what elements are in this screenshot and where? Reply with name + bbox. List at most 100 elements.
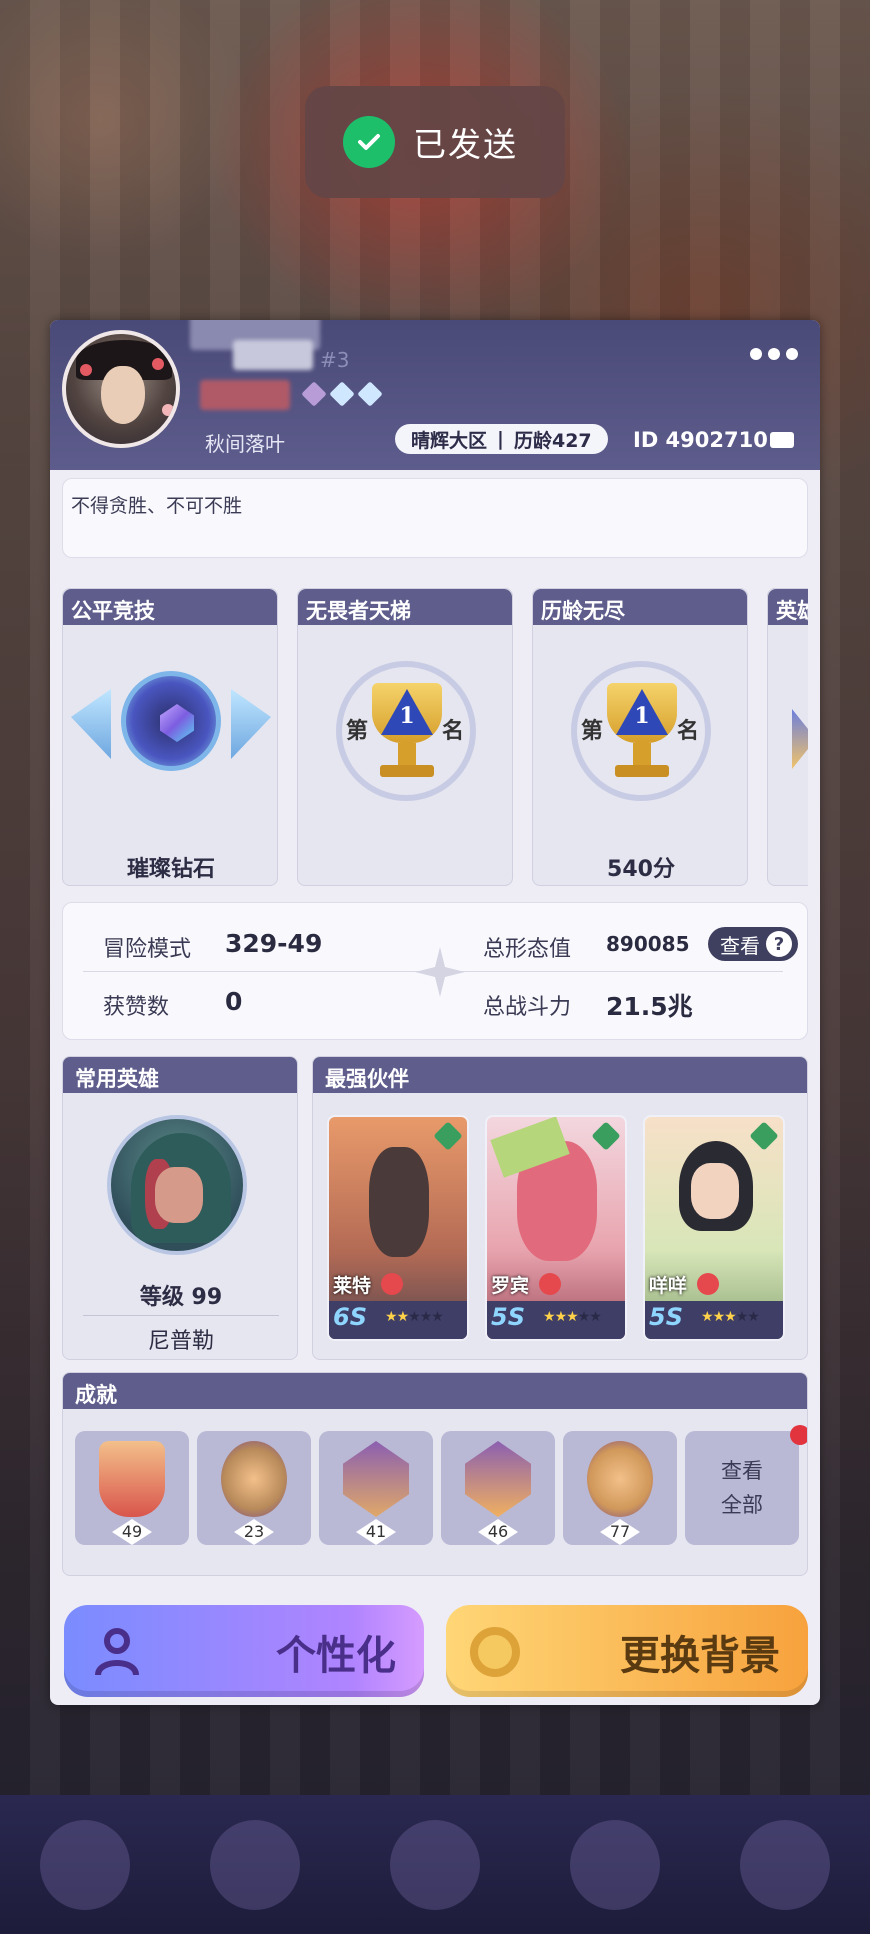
player-name-suffix: #3 — [320, 348, 350, 372]
star-icon: ★ — [747, 1309, 760, 1325]
personalize-button[interactable]: 个性化 — [64, 1605, 424, 1697]
rank-card-title: 英雄 — [768, 589, 808, 625]
star-icon: ★ — [543, 1309, 556, 1325]
star-icon: ★ — [385, 1309, 398, 1325]
bottom-nav-blurred — [0, 1795, 870, 1934]
sent-toast: 已发送 — [305, 86, 565, 198]
notification-dot — [790, 1425, 807, 1445]
server-name: 晴辉大区 — [411, 429, 488, 452]
view-button[interactable]: 查看 ? — [708, 927, 798, 961]
medal-icon — [99, 1441, 165, 1517]
achievement-badge[interactable]: 46 — [441, 1431, 555, 1545]
adventure-value: 329-49 — [225, 929, 323, 958]
achievement-count: 49 — [112, 1519, 152, 1545]
change-background-button[interactable]: 更换背景 — [446, 1605, 808, 1697]
partner-card[interactable]: 咩咩 5S ★★★★★ — [643, 1115, 785, 1341]
view-label: 查看 — [720, 933, 760, 958]
rank-prefix: 第 — [346, 718, 369, 744]
stats-panel: 冒险模式 329-49 总形态值 890085 查看 ? 获赞数 0 总战斗力 … — [62, 902, 808, 1040]
help-icon: ? — [766, 931, 792, 957]
partner-name: 莱特 — [333, 1275, 372, 1297]
achievement-count: 23 — [234, 1519, 274, 1545]
hero-divider — [83, 1315, 279, 1316]
star-icon: ★ — [554, 1309, 568, 1325]
signature-box[interactable]: 不得贪胜、不可不胜 — [62, 478, 808, 558]
partner-name: 罗宾 — [491, 1275, 530, 1297]
common-hero-section[interactable]: 常用英雄 等级 99 尼普勒 — [62, 1056, 298, 1360]
circle-icon — [470, 1627, 520, 1677]
rank-card-endless[interactable]: 历龄无尽 1 第 名 540分 — [532, 588, 748, 886]
rank-number: 1 — [634, 703, 650, 729]
change-background-label: 更换背景 — [620, 1632, 780, 1679]
achievement-badge[interactable]: 49 — [75, 1431, 189, 1545]
achievement-badge[interactable]: 41 — [319, 1431, 433, 1545]
partner-level: 5S — [491, 1303, 525, 1331]
partner-card[interactable]: 罗宾 5S ★★★★★ — [485, 1115, 627, 1341]
partner-stars: ★★★★★ — [385, 1309, 444, 1325]
star-icon: ★ — [724, 1309, 737, 1325]
class-badge-icon — [381, 1273, 403, 1295]
class-badge-icon — [697, 1273, 719, 1295]
partner-level: 5S — [649, 1303, 683, 1331]
person-icon — [95, 1628, 139, 1676]
achievement-count: 41 — [356, 1519, 396, 1545]
trophy-first-place-icon: 1 第 名 — [336, 661, 476, 801]
rank-card-hero[interactable]: 英雄 — [767, 588, 808, 886]
nav-icon — [40, 1820, 130, 1910]
nav-icon — [210, 1820, 300, 1910]
sparkle-icon — [415, 947, 465, 997]
nav-icon — [390, 1820, 480, 1910]
gem-icon — [301, 381, 327, 407]
view-all-achievements-button[interactable]: 查看 全部 — [685, 1431, 799, 1545]
partial-emblem-icon — [792, 709, 808, 769]
element-tag-icon — [591, 1121, 621, 1151]
medal-icon — [221, 1441, 287, 1517]
rank-label: 540分 — [607, 857, 675, 882]
rank-label: 璀璨钻石 — [126, 857, 215, 882]
gem-icon — [357, 381, 383, 407]
check-circle-icon — [343, 116, 395, 168]
personalize-label: 个性化 — [276, 1632, 396, 1679]
achievement-badge[interactable]: 77 — [563, 1431, 677, 1545]
nav-icon — [570, 1820, 660, 1910]
partner-stars: ★★★★★ — [543, 1309, 602, 1325]
blurred-name — [233, 340, 313, 370]
likes-value: 0 — [225, 987, 243, 1016]
rank-card-title: 无畏者天梯 — [298, 589, 512, 625]
rank-cards-row[interactable]: 公平竞技 璀璨钻石 无畏者天梯 1 第 名 历龄无尽 1 第 名 540分 英 — [62, 588, 808, 888]
star-icon: ★ — [701, 1309, 714, 1325]
achievements-section: 成就 49 23 41 46 77 查看 全部 — [62, 1372, 808, 1576]
star-icon: ★ — [396, 1309, 410, 1325]
power-value: 21.5兆 — [606, 992, 693, 1021]
profile-header: #3 秋间落叶 晴辉大区 | 历龄427 ID 4902710 — [50, 320, 820, 470]
rank-card-fair[interactable]: 公平竞技 璀璨钻石 — [62, 588, 278, 886]
star-icon: ★ — [566, 1309, 579, 1325]
element-tag-icon — [749, 1121, 779, 1151]
partner-stars: ★★★★★ — [701, 1309, 760, 1325]
player-id: ID 4902710 — [633, 428, 768, 452]
rank-suffix: 名 — [677, 718, 700, 744]
achievement-badge[interactable]: 23 — [197, 1431, 311, 1545]
star-icon: ★ — [577, 1309, 591, 1325]
partner-level: 6S — [333, 1303, 367, 1331]
more-options-icon[interactable] — [750, 348, 798, 360]
partner-card[interactable]: 莱特 6S ★★★★★ — [327, 1115, 469, 1341]
partner-name: 咩咩 — [649, 1275, 688, 1297]
player-avatar[interactable] — [62, 330, 180, 448]
power-label: 总战斗力 — [483, 995, 572, 1020]
class-badge-icon — [539, 1273, 561, 1295]
badge-gems — [301, 381, 383, 407]
medal-icon — [465, 1441, 531, 1517]
rank-card-ladder[interactable]: 无畏者天梯 1 第 名 — [297, 588, 513, 886]
section-title: 成就 — [63, 1373, 807, 1409]
achievement-count: 77 — [600, 1519, 640, 1545]
hero-avatar[interactable] — [107, 1115, 247, 1255]
star-icon: ★ — [589, 1309, 602, 1325]
medal-icon — [343, 1441, 409, 1517]
player-nickname: 秋间落叶 — [205, 432, 285, 456]
medal-icon — [587, 1441, 653, 1517]
rank-card-title: 历龄无尽 — [533, 589, 747, 625]
rank-number: 1 — [399, 703, 415, 729]
copy-id-icon[interactable] — [770, 432, 794, 448]
diamond-rank-icon — [71, 661, 271, 801]
